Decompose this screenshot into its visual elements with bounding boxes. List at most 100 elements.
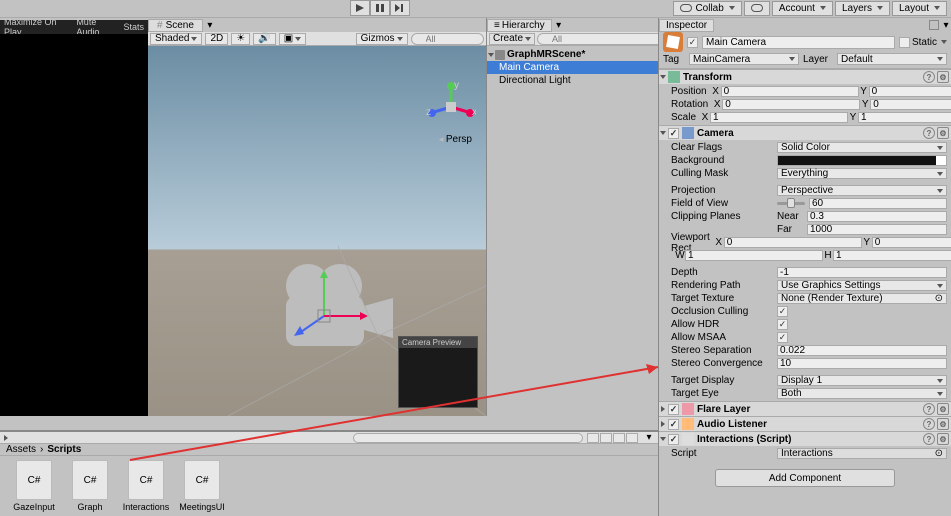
lighting-toggle[interactable]: ☀ <box>231 33 250 45</box>
foldout-icon[interactable] <box>488 53 494 57</box>
orientation-gizmo-icon[interactable]: xyz <box>426 82 476 132</box>
crumb-assets[interactable]: Assets <box>6 444 36 455</box>
gizmos-dropdown[interactable]: Gizmos <box>356 33 408 45</box>
hdr-checkbox[interactable] <box>777 319 788 330</box>
gameobject-name-field[interactable] <box>702 36 895 49</box>
asset-gazeinput[interactable]: C#GazeInput <box>12 460 56 512</box>
filter-icon[interactable] <box>613 433 625 443</box>
scl-x[interactable] <box>710 112 848 123</box>
audio-toggle[interactable]: 🔊 <box>253 33 275 45</box>
target-tex-field[interactable]: None (Render Texture)⊙ <box>777 293 947 304</box>
filter-icon[interactable] <box>600 433 612 443</box>
culling-dropdown[interactable]: Everything <box>777 168 947 179</box>
play-button[interactable] <box>350 0 370 16</box>
script-field[interactable]: Interactions⊙ <box>777 448 947 459</box>
audio-enabled-checkbox[interactable] <box>668 419 679 430</box>
near-field[interactable] <box>807 211 947 222</box>
help-icon[interactable]: ? <box>923 418 935 430</box>
target-display-dropdown[interactable]: Display 1 <box>777 375 947 386</box>
occlusion-checkbox[interactable] <box>777 306 788 317</box>
tab-inspector[interactable]: Inspector <box>659 19 714 32</box>
fx-toggle[interactable]: ▣ <box>279 33 306 45</box>
foldout-icon[interactable] <box>4 435 8 441</box>
scl-y[interactable] <box>858 112 951 123</box>
panel-menu-icon[interactable]: ▾ <box>554 19 564 31</box>
tab-scene[interactable]: #Scene <box>148 19 203 32</box>
fov-field[interactable] <box>809 198 947 209</box>
gear-icon[interactable]: ⚙ <box>937 433 949 445</box>
create-dropdown[interactable]: Create <box>489 33 535 45</box>
target-eye-dropdown[interactable]: Both <box>777 388 947 399</box>
perspective-label[interactable]: ◂ Persp <box>439 134 472 145</box>
msaa-checkbox[interactable] <box>777 332 788 343</box>
tab-hierarchy[interactable]: ≡Hierarchy <box>487 19 552 32</box>
foldout-icon[interactable] <box>661 421 665 427</box>
pos-x[interactable] <box>721 86 859 97</box>
gear-icon[interactable]: ⚙ <box>937 71 949 83</box>
scene-search[interactable] <box>411 33 484 45</box>
gear-icon[interactable]: ⚙ <box>937 403 949 415</box>
services-button[interactable] <box>744 1 770 16</box>
save-search-icon[interactable] <box>626 433 638 443</box>
scene-root[interactable]: GraphMRScene* <box>487 48 658 61</box>
project-search[interactable] <box>353 433 583 443</box>
stereo-sep-field[interactable] <box>777 345 947 356</box>
help-icon[interactable]: ? <box>923 403 935 415</box>
pause-button[interactable] <box>370 0 390 16</box>
collab-button[interactable]: Collab <box>673 1 741 16</box>
rot-y[interactable] <box>870 99 951 110</box>
gear-icon[interactable]: ⚙ <box>937 127 949 139</box>
lock-icon[interactable] <box>929 20 939 30</box>
hierarchy-item-directional-light[interactable]: Directional Light <box>487 74 658 87</box>
help-icon[interactable]: ? <box>923 71 935 83</box>
account-button[interactable]: Account <box>772 1 833 16</box>
panel-menu-icon[interactable]: ▾ <box>941 19 951 31</box>
panel-menu-icon[interactable]: ▾ <box>205 19 215 31</box>
active-checkbox[interactable] <box>687 37 698 48</box>
clear-flags-dropdown[interactable]: Solid Color <box>777 142 947 153</box>
stats-toggle[interactable]: Stats <box>123 22 144 32</box>
stereo-conv-field[interactable] <box>777 358 947 369</box>
vp-h[interactable] <box>833 250 951 261</box>
asset-meetingsui[interactable]: C#MeetingsUI <box>180 460 224 512</box>
crumb-scripts[interactable]: Scripts <box>47 444 81 455</box>
asset-graph[interactable]: C#Graph <box>68 460 112 512</box>
layers-button[interactable]: Layers <box>835 1 890 16</box>
vp-x[interactable] <box>724 237 862 248</box>
chevron-down-icon[interactable] <box>941 40 947 44</box>
far-field[interactable] <box>807 224 947 235</box>
hierarchy-item-main-camera[interactable]: Main Camera <box>487 61 658 74</box>
foldout-icon[interactable] <box>661 406 665 412</box>
foldout-icon[interactable] <box>660 75 666 79</box>
step-button[interactable] <box>390 0 410 16</box>
rot-x[interactable] <box>722 99 860 110</box>
draw-mode-dropdown[interactable]: Shaded <box>150 33 202 45</box>
add-component-button[interactable]: Add Component <box>715 469 895 487</box>
foldout-icon[interactable] <box>660 437 666 441</box>
static-checkbox[interactable] <box>899 37 910 48</box>
foldout-icon[interactable] <box>660 131 666 135</box>
background-color-field[interactable] <box>777 155 947 166</box>
gear-icon[interactable]: ⚙ <box>937 418 949 430</box>
camera-enabled-checkbox[interactable] <box>668 128 679 139</box>
flare-enabled-checkbox[interactable] <box>668 404 679 415</box>
vp-w[interactable] <box>685 250 823 261</box>
interactions-enabled-checkbox[interactable] <box>668 434 679 445</box>
vp-y[interactable] <box>872 237 951 248</box>
help-icon[interactable]: ? <box>923 433 935 445</box>
camera-gizmo-icon[interactable] <box>268 256 398 366</box>
layout-button[interactable]: Layout <box>892 1 947 16</box>
layer-dropdown[interactable]: Default <box>837 53 947 65</box>
help-icon[interactable]: ? <box>923 127 935 139</box>
projection-dropdown[interactable]: Perspective <box>777 185 947 196</box>
2d-toggle[interactable]: 2D <box>205 33 228 45</box>
depth-field[interactable] <box>777 267 947 278</box>
pos-y[interactable] <box>869 86 951 97</box>
asset-interactions[interactable]: C#Interactions <box>124 460 168 512</box>
fov-slider[interactable] <box>777 202 805 205</box>
render-path-dropdown[interactable]: Use Graphics Settings <box>777 280 947 291</box>
panel-menu-icon[interactable]: ▾ <box>644 432 654 444</box>
scene-viewport[interactable]: xyz ◂ Persp Camera Preview <box>148 46 486 416</box>
filter-icon[interactable] <box>587 433 599 443</box>
tag-dropdown[interactable]: MainCamera <box>689 53 799 65</box>
